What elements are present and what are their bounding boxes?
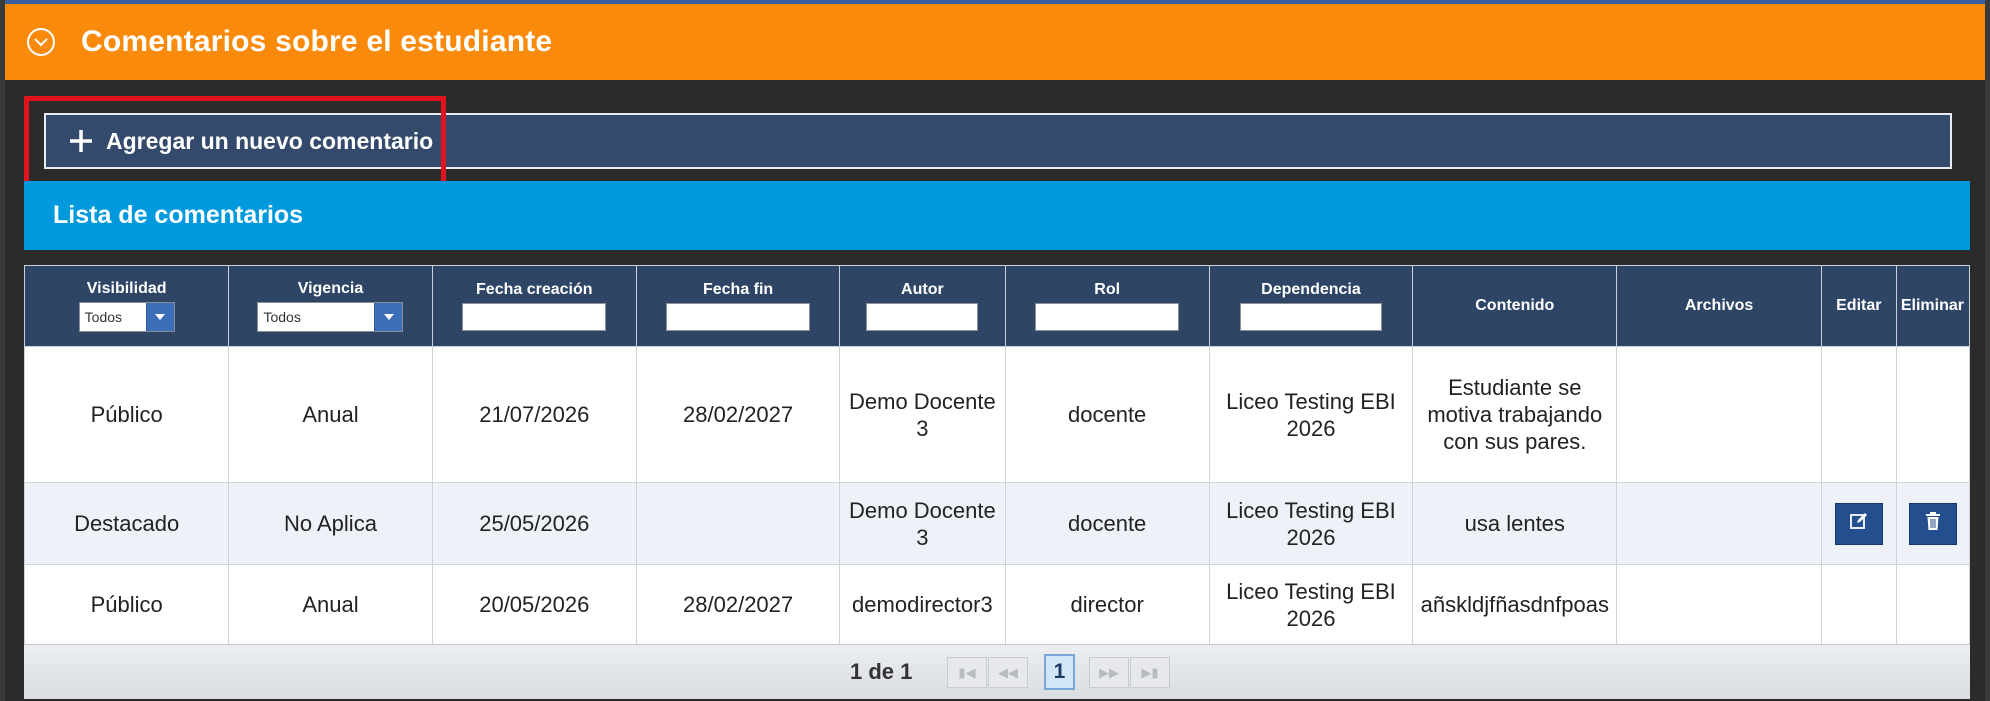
cell-autor: Demo Docente 3 — [839, 346, 1006, 483]
cell-contenido: añskldjfñasdnfpoas — [1412, 564, 1618, 645]
col-fecha-creacion: Fecha creación — [431, 265, 637, 347]
cell-fecha-creacion: 20/05/2026 — [431, 564, 637, 645]
first-page-icon: ▮◀ — [958, 664, 976, 680]
col-fecha-fin: Fecha fin — [635, 265, 841, 347]
cell-editar — [1820, 564, 1897, 645]
col-autor: Autor — [839, 265, 1006, 347]
col-dependencia-label: Dependencia — [1261, 281, 1361, 298]
left-border — [0, 0, 5, 701]
col-contenido-label: Contenido — [1475, 297, 1555, 314]
col-dependencia: Dependencia — [1208, 265, 1414, 347]
visibilidad-filter-value: Todos — [84, 309, 123, 325]
col-eliminar-label: Eliminar — [1900, 297, 1964, 314]
comments-table-container: Visibilidad Todos Vigencia Todos Fecha c… — [24, 265, 1970, 699]
first-page-button[interactable]: ▮◀ — [947, 657, 987, 688]
autor-filter-input[interactable] — [866, 303, 979, 331]
cell-editar — [1820, 482, 1897, 565]
cell-rol: director — [1004, 564, 1210, 645]
col-vigencia-label: Vigencia — [297, 280, 364, 297]
cell-archivos — [1616, 482, 1822, 565]
col-fecha-creacion-label: Fecha creación — [476, 281, 593, 298]
section-header[interactable]: Comentarios sobre el estudiante — [5, 4, 1985, 80]
col-archivos: Archivos — [1616, 265, 1822, 347]
cell-eliminar — [1895, 346, 1970, 483]
cell-fecha-fin: 28/02/2027 — [635, 346, 841, 483]
chevron-down-icon[interactable] — [145, 303, 174, 331]
cell-archivos — [1616, 346, 1822, 483]
add-comment-label: Agregar un nuevo comentario — [106, 127, 434, 154]
table-row[interactable]: Público Anual 20/05/2026 28/02/2027 demo… — [24, 564, 1970, 645]
plus-icon — [68, 128, 94, 154]
cell-visibilidad: Público — [24, 346, 230, 483]
cell-autor: demodirector3 — [839, 564, 1006, 645]
col-vigencia: Vigencia Todos — [228, 265, 433, 347]
col-contenido: Contenido — [1412, 265, 1618, 347]
prev-page-button[interactable]: ◀◀ — [988, 657, 1028, 688]
pagination-bar: 1 de 1 ▮◀ ◀◀ 1 ▶▶ ▶▮ — [24, 644, 1970, 699]
edit-icon — [1849, 510, 1869, 537]
cell-fecha-creacion: 21/07/2026 — [431, 346, 637, 483]
cell-vigencia: No Aplica — [228, 482, 433, 565]
cell-archivos — [1616, 564, 1822, 645]
cell-editar — [1820, 346, 1897, 483]
cell-eliminar — [1895, 564, 1970, 645]
cell-contenido: usa lentes — [1412, 482, 1618, 565]
edit-comment-button[interactable] — [1834, 502, 1883, 545]
chevron-down-icon[interactable] — [374, 303, 403, 331]
rol-filter-input[interactable] — [1035, 303, 1180, 331]
table-row[interactable]: Destacado No Aplica 25/05/2026 Demo Doce… — [24, 482, 1970, 565]
cell-dependencia: Liceo Testing EBI 2026 — [1208, 564, 1414, 645]
next-page-icon: ▶▶ — [1099, 664, 1119, 680]
cell-fecha-creacion: 25/05/2026 — [431, 482, 637, 565]
cell-vigencia: Anual — [228, 564, 433, 645]
col-rol-label: Rol — [1094, 281, 1121, 298]
col-rol: Rol — [1004, 265, 1210, 347]
cell-dependencia: Liceo Testing EBI 2026 — [1208, 346, 1414, 483]
cell-autor: Demo Docente 3 — [839, 482, 1006, 565]
comments-table: Visibilidad Todos Vigencia Todos Fecha c… — [24, 265, 1970, 645]
vigencia-filter-select[interactable]: Todos — [257, 302, 404, 332]
next-page-button[interactable]: ▶▶ — [1089, 657, 1129, 688]
section-title: Comentarios sobre el estudiante — [81, 25, 553, 58]
fecha-fin-filter-input[interactable] — [666, 303, 811, 331]
cell-vigencia: Anual — [228, 346, 433, 483]
table-row[interactable]: Público Anual 21/07/2026 28/02/2027 Demo… — [24, 346, 1970, 483]
table-header-row: Visibilidad Todos Vigencia Todos Fecha c… — [24, 265, 1970, 347]
last-page-button[interactable]: ▶▮ — [1130, 657, 1170, 688]
prev-page-icon: ◀◀ — [998, 664, 1018, 680]
col-archivos-label: Archivos — [1684, 297, 1754, 314]
vigencia-filter-value: Todos — [263, 309, 301, 325]
dependencia-filter-input[interactable] — [1239, 303, 1382, 331]
col-visibilidad: Visibilidad Todos — [24, 265, 230, 347]
cell-visibilidad: Destacado — [24, 482, 230, 565]
col-editar-label: Editar — [1836, 297, 1882, 314]
cell-eliminar — [1895, 482, 1970, 565]
visibilidad-filter-select[interactable]: Todos — [78, 302, 175, 332]
cell-rol: docente — [1004, 482, 1210, 565]
right-border — [1985, 0, 1990, 701]
col-eliminar: Eliminar — [1895, 265, 1970, 347]
cell-rol: docente — [1004, 346, 1210, 483]
trash-icon — [1924, 510, 1942, 537]
cell-visibilidad: Público — [24, 564, 230, 645]
comments-list-header: Lista de comentarios — [24, 181, 1970, 250]
last-page-icon: ▶▮ — [1141, 664, 1159, 680]
cell-contenido: Estudiante se motiva trabajando con sus … — [1412, 346, 1618, 483]
col-autor-label: Autor — [901, 281, 944, 298]
fecha-creacion-filter-input[interactable] — [462, 303, 607, 331]
cell-dependencia: Liceo Testing EBI 2026 — [1208, 482, 1414, 565]
cell-fecha-fin — [635, 482, 841, 565]
comments-list-title: Lista de comentarios — [53, 201, 304, 229]
add-comment-button[interactable]: Agregar un nuevo comentario — [44, 113, 1952, 169]
delete-comment-button[interactable] — [1908, 502, 1957, 545]
current-page-button[interactable]: 1 — [1044, 654, 1075, 690]
col-visibilidad-label: Visibilidad — [86, 280, 167, 297]
chevron-circle-icon[interactable] — [27, 28, 55, 56]
col-editar: Editar — [1820, 265, 1897, 347]
cell-fecha-fin: 28/02/2027 — [635, 564, 841, 645]
page-info: 1 de 1 — [850, 659, 913, 684]
col-fecha-fin-label: Fecha fin — [702, 281, 774, 298]
